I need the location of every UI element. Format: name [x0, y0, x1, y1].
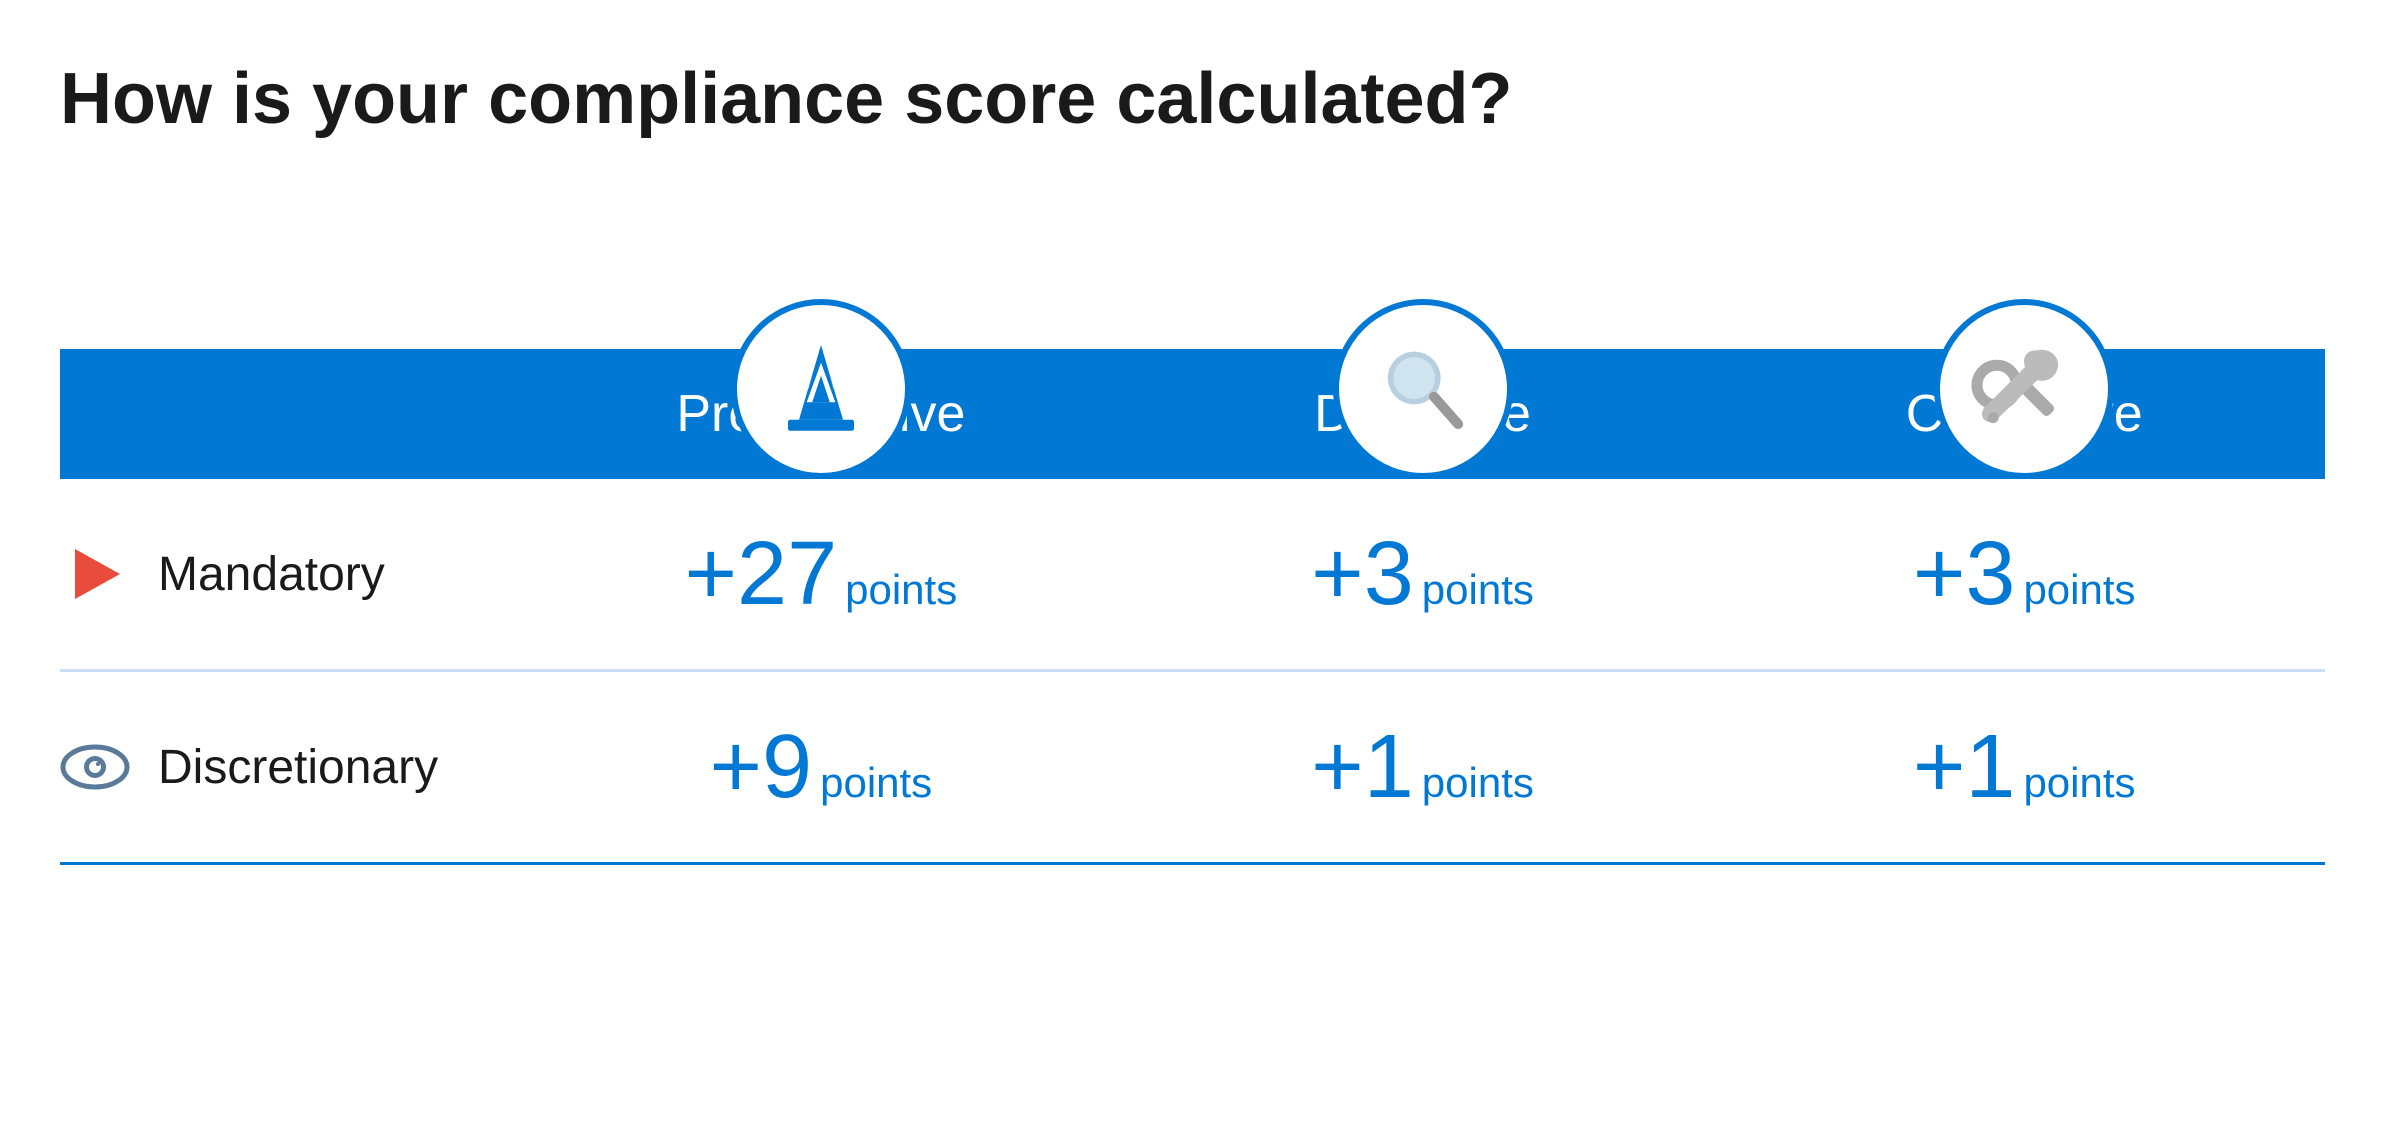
preventative-icon-circle	[731, 299, 911, 479]
mandatory-detective-unit: points	[1422, 566, 1534, 614]
discretionary-detective-number: +1	[1311, 722, 1414, 812]
magnify-icon	[1368, 334, 1478, 444]
mandatory-corrective-cell: +3 points	[1723, 529, 2325, 619]
mandatory-detective-value: +3 points	[1311, 529, 1534, 619]
mandatory-preventative-unit: points	[845, 566, 957, 614]
mandatory-preventative-cell: +27 points	[520, 529, 1122, 619]
discretionary-preventative-number: +9	[709, 722, 812, 812]
mandatory-detective-cell: +3 points	[1122, 529, 1724, 619]
discretionary-detective-cell: +1 points	[1122, 722, 1724, 812]
wrench-icon	[1969, 334, 2079, 444]
discretionary-corrective-number: +1	[1913, 722, 2016, 812]
eye-icon	[60, 732, 130, 802]
mandatory-preventative-value: +27 points	[684, 529, 957, 619]
discretionary-label-cell: Discretionary	[60, 732, 520, 802]
cone-icon	[766, 334, 876, 444]
discretionary-detective-value: +1 points	[1311, 722, 1534, 812]
mandatory-corrective-value: +3 points	[1913, 529, 2136, 619]
discretionary-row: Discretionary +9 points +1 points	[60, 672, 2325, 865]
discretionary-corrective-unit: points	[2023, 759, 2135, 807]
header-section: Preventative Detective Corrective	[60, 199, 2325, 479]
page-container: How is your compliance score calculated?	[0, 0, 2385, 1126]
discretionary-preventative-unit: points	[820, 759, 932, 807]
mandatory-preventative-number: +27	[684, 529, 837, 619]
content-area: Preventative Detective Corrective	[60, 199, 2325, 1086]
mandatory-row: Mandatory +27 points +3 points	[60, 479, 2325, 672]
discretionary-detective-unit: points	[1422, 759, 1534, 807]
data-rows: Mandatory +27 points +3 points	[60, 479, 2325, 1086]
page-title: How is your compliance score calculated?	[60, 60, 2325, 139]
mandatory-text: Mandatory	[158, 547, 385, 602]
detective-icon-circle	[1333, 299, 1513, 479]
discretionary-preventative-cell: +9 points	[520, 722, 1122, 812]
mandatory-detective-number: +3	[1311, 529, 1414, 619]
discretionary-corrective-cell: +1 points	[1723, 722, 2325, 812]
mandatory-corrective-unit: points	[2023, 566, 2135, 614]
flag-icon	[60, 539, 130, 609]
discretionary-preventative-value: +9 points	[709, 722, 932, 812]
discretionary-corrective-value: +1 points	[1913, 722, 2136, 812]
mandatory-label-cell: Mandatory	[60, 539, 520, 609]
corrective-icon-circle	[1934, 299, 2114, 479]
discretionary-text: Discretionary	[158, 740, 438, 795]
mandatory-corrective-number: +3	[1913, 529, 2016, 619]
